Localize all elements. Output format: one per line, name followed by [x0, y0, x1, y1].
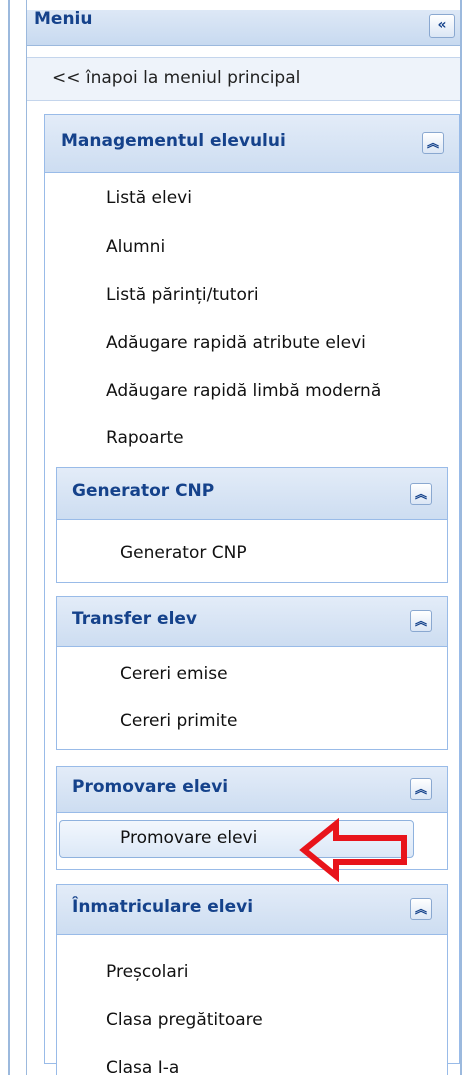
- menu-item-prescolari[interactable]: Preșcolari: [106, 962, 189, 982]
- collapse-up-icon[interactable]: ︽: [410, 610, 432, 632]
- panel-inmatriculare-elevi-title: Înmatriculare elevi: [72, 897, 254, 917]
- menu-item-clasa-i[interactable]: Clasa I-a: [106, 1058, 179, 1075]
- menu-item-lista-parinti[interactable]: Listă părinți/tutori: [106, 285, 259, 305]
- menu-title: Meniu: [34, 9, 93, 29]
- double-chevron-left-icon[interactable]: «: [429, 14, 455, 38]
- collapse-up-icon[interactable]: ︽: [410, 483, 432, 505]
- collapse-up-icon[interactable]: ︽: [410, 898, 432, 920]
- menu-item-limba-moderna[interactable]: Adăugare rapidă limbă modernă: [106, 381, 381, 401]
- back-to-main-menu-link[interactable]: << înapoi la meniul principal: [52, 68, 300, 88]
- menu-item-cereri-primite[interactable]: Cereri primite: [120, 711, 237, 731]
- panel-promovare-elevi-title: Promovare elevi: [72, 777, 229, 797]
- menu-item-rapoarte[interactable]: Rapoarte: [106, 428, 184, 448]
- menu-item-cereri-emise[interactable]: Cereri emise: [120, 664, 228, 684]
- menu-item-alumni[interactable]: Alumni: [106, 237, 165, 257]
- menu-item-clasa-pregatitoare[interactable]: Clasa pregătitoare: [106, 1010, 263, 1030]
- panel-management-title: Managementul elevului: [61, 131, 286, 151]
- menu-item-promovare-elevi[interactable]: Promovare elevi: [120, 828, 257, 848]
- panel-transfer-elev-header[interactable]: Transfer elev ︽: [57, 597, 447, 647]
- menu-item-generator-cnp[interactable]: Generator CNP: [120, 543, 247, 563]
- panel-management-header[interactable]: Managementul elevului ︽: [45, 115, 459, 173]
- menu-sidebar: Meniu « << înapoi la meniul principal Ma…: [0, 0, 470, 1075]
- collapse-up-icon[interactable]: ︽: [422, 132, 444, 154]
- menu-item-atribute-elevi[interactable]: Adăugare rapidă atribute elevi: [106, 333, 366, 353]
- panel-promovare-elevi-header[interactable]: Promovare elevi ︽: [57, 767, 447, 813]
- panel-transfer-elev-title: Transfer elev: [72, 609, 198, 629]
- collapse-up-icon[interactable]: ︽: [410, 778, 432, 800]
- red-arrow-annotation-icon: [299, 818, 407, 882]
- panel-generator-cnp-header[interactable]: Generator CNP ︽: [57, 468, 447, 520]
- back-to-main-menu-row[interactable]: << înapoi la meniul principal: [27, 57, 460, 101]
- panel-generator-cnp: Generator CNP ︽: [56, 467, 448, 583]
- panel-transfer-elev: Transfer elev ︽: [56, 596, 448, 750]
- menu-item-lista-elevi[interactable]: Listă elevi: [106, 188, 192, 208]
- panel-inmatriculare-elevi-header[interactable]: Înmatriculare elevi ︽: [57, 885, 447, 935]
- panel-generator-cnp-title: Generator CNP: [72, 481, 215, 501]
